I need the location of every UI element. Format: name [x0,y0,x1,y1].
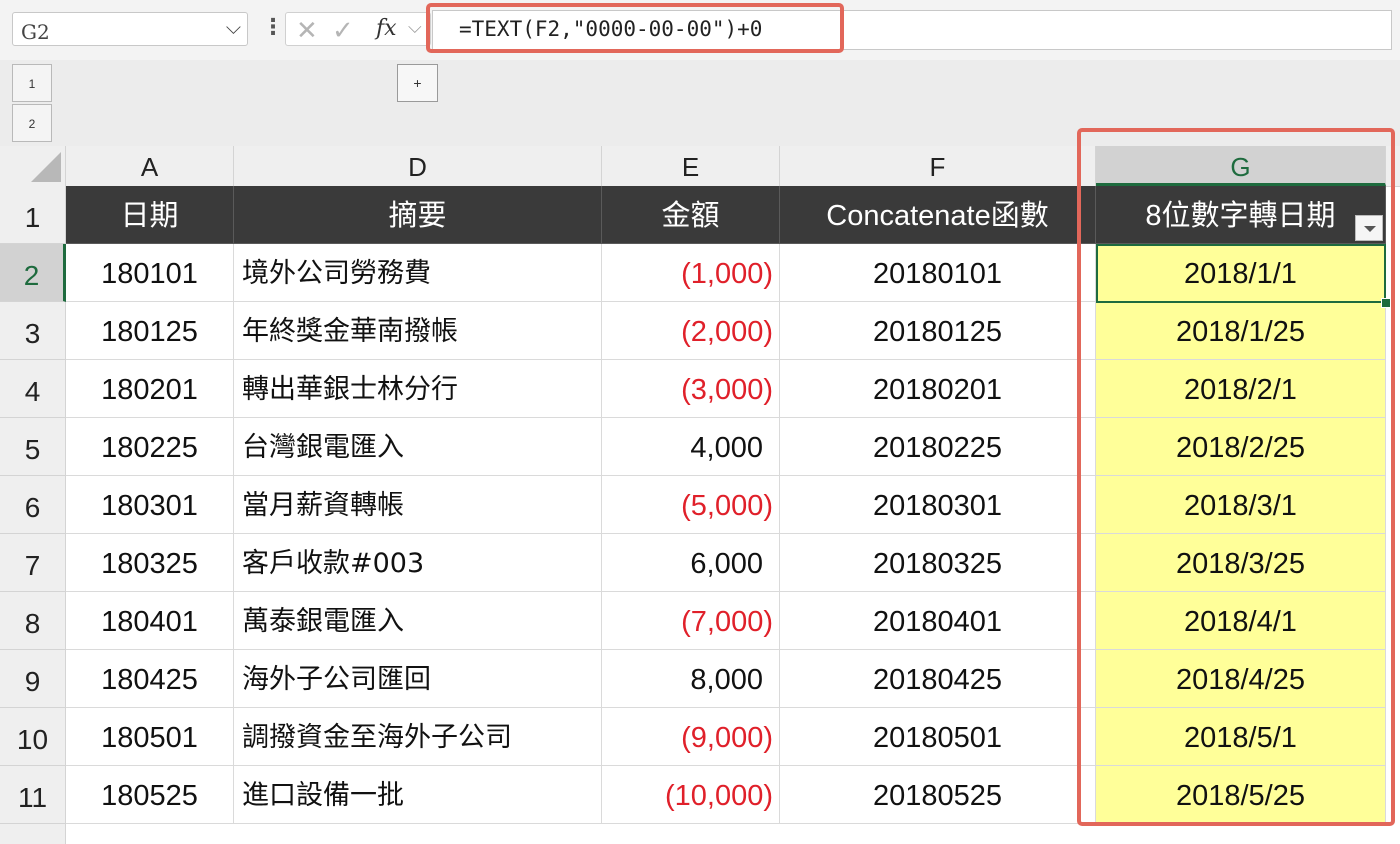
header-cell-amount[interactable]: 金額 [602,186,780,244]
cell-description[interactable]: 萬泰銀電匯入 [234,592,602,650]
cell-amount[interactable]: 6,000 [602,534,780,592]
cell-amount[interactable]: (2,000) [602,302,780,360]
cell-amount[interactable]: 8,000 [602,650,780,708]
header-cell-date[interactable]: 日期 [66,186,234,244]
select-all-icon [31,152,61,182]
chevron-down-icon[interactable]: ⌵ [408,17,422,38]
cell-date[interactable]: 180201 [66,360,234,418]
cell-description[interactable]: 台灣銀電匯入 [234,418,602,476]
cell-concatenate[interactable]: 20180425 [780,650,1096,708]
column-header-d[interactable]: D [234,146,602,186]
expand-group-button[interactable]: + [397,64,438,102]
cell-date[interactable]: 180525 [66,766,234,824]
cell-description[interactable]: 境外公司勞務費 [234,244,602,302]
cell-date[interactable]: 180101 [66,244,234,302]
row-header-1[interactable]: 1 [0,186,66,244]
cell-date[interactable]: 180301 [66,476,234,534]
cell-concatenate[interactable]: 20180325 [780,534,1096,592]
formula-highlight-annotation [426,3,844,53]
cell-amount[interactable]: (1,000) [602,244,780,302]
check-icon[interactable]: ✓ [332,15,354,46]
row-header-6[interactable]: 6 [0,476,66,534]
column-header-f[interactable]: F [780,146,1096,186]
cell-concatenate[interactable]: 20180401 [780,592,1096,650]
column-g-highlight-annotation [1077,128,1395,826]
cell-concatenate[interactable]: 20180201 [780,360,1096,418]
cancel-icon[interactable]: ✕ [296,15,318,46]
chevron-down-icon[interactable]: ⌵ [226,17,241,40]
row-header-11[interactable]: 11 [0,766,66,824]
cell-concatenate[interactable]: 20180101 [780,244,1096,302]
row-header-10[interactable]: 10 [0,708,66,766]
insert-function-icon[interactable]: fx [376,16,397,41]
cell-concatenate[interactable]: 20180125 [780,302,1096,360]
name-box-value: G2 [21,20,50,44]
cell-description[interactable]: 客戶收款#003 [234,534,602,592]
cell-amount[interactable]: (10,000) [602,766,780,824]
cell-amount[interactable]: (3,000) [602,360,780,418]
cell-concatenate[interactable]: 20180501 [780,708,1096,766]
row-header-4[interactable]: 4 [0,360,66,418]
row-header-empty [0,824,66,844]
header-cell-description[interactable]: 摘要 [234,186,602,244]
cell-description[interactable]: 年終獎金華南撥帳 [234,302,602,360]
cell-description[interactable]: 調撥資金至海外子公司 [234,708,602,766]
cell-concatenate[interactable]: 20180525 [780,766,1096,824]
more-options-icon[interactable]: ⋮ [262,14,284,40]
cell-amount[interactable]: (7,000) [602,592,780,650]
cell-amount[interactable]: (5,000) [602,476,780,534]
row-header-5[interactable]: 5 [0,418,66,476]
outline-level-1-button[interactable]: 1 [12,64,52,102]
cell-concatenate[interactable]: 20180301 [780,476,1096,534]
row-header-3[interactable]: 3 [0,302,66,360]
cell-date[interactable]: 180125 [66,302,234,360]
cell-concatenate[interactable]: 20180225 [780,418,1096,476]
row-header-9[interactable]: 9 [0,650,66,708]
outline-level-2-button[interactable]: 2 [12,104,52,142]
header-cell-concatenate[interactable]: Concatenate函數 [780,186,1096,244]
cell-description[interactable]: 進口設備一批 [234,766,602,824]
formula-buttons: ✕ ✓ fx ⌵ [285,12,431,46]
name-box[interactable]: G2 ⌵ [12,12,248,46]
cell-date[interactable]: 180425 [66,650,234,708]
cell-date[interactable]: 180501 [66,708,234,766]
select-all-button[interactable] [0,146,66,186]
column-header-a[interactable]: A [66,146,234,186]
cell-description[interactable]: 當月薪資轉帳 [234,476,602,534]
row-header-7[interactable]: 7 [0,534,66,592]
cell-date[interactable]: 180325 [66,534,234,592]
cell-amount[interactable]: (9,000) [602,708,780,766]
column-header-e[interactable]: E [602,146,780,186]
cell-date[interactable]: 180225 [66,418,234,476]
row-header-2[interactable]: 2 [0,244,66,302]
row-header-8[interactable]: 8 [0,592,66,650]
cell-date[interactable]: 180401 [66,592,234,650]
cell-description[interactable]: 海外子公司匯回 [234,650,602,708]
cell-description[interactable]: 轉出華銀士林分行 [234,360,602,418]
cell-amount[interactable]: 4,000 [602,418,780,476]
